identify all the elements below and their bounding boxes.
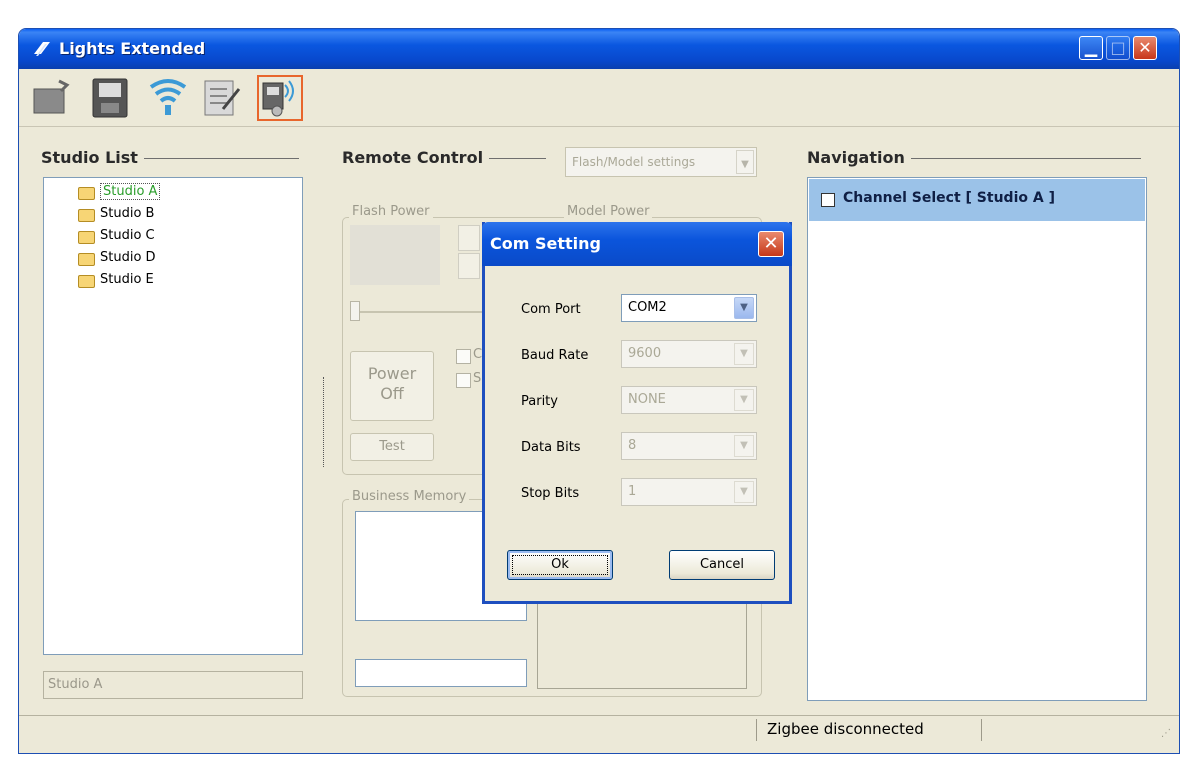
studio-list-heading: Studio List [41,148,144,167]
flash-power-down-button[interactable] [458,253,480,279]
chevron-down-icon: ▼ [734,435,754,457]
studio-tree[interactable]: Studio A Studio B Studio C Studio D Stud… [43,177,303,655]
window-title: Lights Extended [59,39,206,58]
chevron-down-icon[interactable]: ▼ [734,297,754,319]
com-port-select[interactable]: COM2 ▼ [621,294,757,322]
model-power-label: Model Power [564,204,653,219]
splitter-handle[interactable] [323,377,326,467]
power-button-line1: Power [367,364,417,383]
baud-rate-select[interactable]: 9600 ▼ [621,340,757,368]
tree-item-label: Studio C [100,228,155,243]
flash-power-slider-thumb[interactable] [350,301,360,321]
folder-icon [78,275,95,288]
com-setting-dialog: Com Setting ✕ Com Port COM2 ▼ Baud Rate … [482,222,792,604]
folder-icon [78,253,95,266]
status-text: Zigbee disconnected [767,720,924,738]
navigation-panel: Channel Select [ Studio A ] [807,177,1147,701]
flash-power-label: Flash Power [349,204,433,219]
dialog-close-button[interactable]: ✕ [758,231,784,257]
com-port-settings-icon [262,80,294,117]
maximize-icon: □ [1110,38,1126,57]
close-button[interactable]: ✕ [1133,36,1157,60]
chevron-down-icon: ▼ [734,481,754,503]
parity-select[interactable]: NONE ▼ [621,386,757,414]
ok-button[interactable]: Ok [507,550,613,580]
flash-power-up-button[interactable] [458,225,480,251]
open-folder-icon[interactable] [29,75,75,121]
com-port-label: Com Port [521,302,581,317]
folder-icon [78,187,95,200]
dialog-title-bar[interactable]: Com Setting ✕ [482,222,792,266]
maximize-button[interactable]: □ [1106,36,1130,60]
business-memory-label: Business Memory [349,489,470,504]
tree-item-label: Studio A [100,183,161,200]
parity-value: NONE [628,392,666,407]
data-bits-label: Data Bits [521,440,581,455]
stop-bits-label: Stop Bits [521,486,580,501]
chevron-down-icon: ▼ [734,343,754,365]
status-bar: Zigbee disconnected ⋰ [19,715,1179,753]
mode-select[interactable]: Flash/Model settings ▼ [565,147,757,177]
channel-select-label: Channel Select [ Studio A ] [843,190,1055,206]
power-button-line2: Off [380,384,404,403]
flash-power-display [350,225,440,285]
baud-rate-label: Baud Rate [521,348,589,363]
test-button[interactable]: Test [350,433,434,461]
studio-name-field[interactable]: Studio A [43,671,303,699]
title-bar[interactable]: Lights Extended ▁ □ ✕ [19,29,1179,69]
close-icon: ✕ [763,233,779,254]
lights-app-icon [34,42,50,56]
cancel-button[interactable]: Cancel [669,550,775,580]
option-checkbox-1-label: C [473,347,483,362]
wireless-signal-icon[interactable] [145,75,191,121]
tree-item-label: Studio B [100,206,155,221]
toolbar [19,69,1179,127]
status-separator [981,719,982,741]
tree-item-label: Studio D [100,250,156,265]
channel-select-row[interactable]: Channel Select [ Studio A ] [809,179,1145,221]
option-checkbox-2[interactable] [456,373,471,388]
save-disk-icon[interactable] [87,75,133,121]
com-settings-button[interactable] [257,75,303,121]
data-bits-value: 8 [628,438,637,453]
mode-select-value: Flash/Model settings [572,155,696,169]
notepad-edit-icon[interactable] [199,75,245,121]
status-separator [756,719,757,741]
option-checkbox-1[interactable] [456,349,471,364]
stop-bits-select[interactable]: 1 ▼ [621,478,757,506]
focus-rect [512,555,608,575]
chevron-down-icon: ▼ [736,150,754,174]
com-port-value: COM2 [628,300,667,315]
folder-icon [78,209,95,222]
resize-grip-icon[interactable]: ⋰ [1161,728,1175,742]
dialog-title: Com Setting [490,234,601,253]
flash-power-slider-track[interactable] [359,311,489,313]
close-icon: ✕ [1138,38,1152,57]
minimize-icon: ▁ [1084,38,1098,57]
folder-icon [78,231,95,244]
remote-control-heading: Remote Control [342,148,490,167]
data-bits-select[interactable]: 8 ▼ [621,432,757,460]
minimize-button[interactable]: ▁ [1079,36,1103,60]
navigation-heading: Navigation [807,148,911,167]
option-checkbox-2-label: S [473,371,482,386]
tree-item-label: Studio E [100,272,154,287]
business-memory-detail [537,601,747,689]
business-memory-input[interactable] [355,659,527,687]
baud-rate-value: 9600 [628,346,662,361]
stop-bits-value: 1 [628,484,637,499]
chevron-down-icon: ▼ [734,389,754,411]
channel-select-checkbox[interactable] [821,193,835,207]
parity-label: Parity [521,394,558,409]
power-off-button[interactable]: Power Off [350,351,434,421]
